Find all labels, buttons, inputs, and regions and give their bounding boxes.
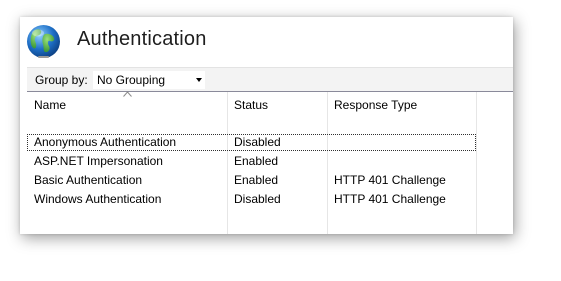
panel-header: Authentication <box>20 17 513 67</box>
cell-response-type: HTTP 401 Challenge <box>334 173 446 187</box>
cell-status: Disabled <box>234 192 281 206</box>
chevron-down-icon <box>196 78 202 82</box>
group-by-bar: Group by: No Grouping <box>27 67 513 92</box>
column-header-name[interactable]: Name <box>34 98 66 112</box>
cell-status: Disabled <box>234 135 281 149</box>
group-by-value: No Grouping <box>97 73 166 87</box>
group-by-label: Group by: <box>35 73 88 87</box>
cell-status: Enabled <box>234 173 279 187</box>
column-header-status[interactable]: Status <box>234 98 268 112</box>
globe-icon <box>27 25 60 58</box>
table-row[interactable]: Anonymous Authentication Disabled <box>27 134 476 151</box>
sort-ascending-icon <box>123 91 132 97</box>
authentication-panel: Authentication Group by: No Grouping Nam… <box>20 17 513 234</box>
cell-name: ASP.NET Impersonation <box>34 154 163 168</box>
authentication-list: Name Status Response Type Anonymous Auth… <box>27 91 513 234</box>
page-title: Authentication <box>77 28 207 50</box>
cell-name: Anonymous Authentication <box>34 135 177 149</box>
column-divider[interactable] <box>476 92 477 234</box>
column-header-response-type[interactable]: Response Type <box>334 98 417 112</box>
table-row[interactable]: Windows Authentication Disabled HTTP 401… <box>27 191 476 208</box>
cell-name: Basic Authentication <box>34 173 143 187</box>
group-by-dropdown[interactable]: No Grouping <box>93 71 205 89</box>
cell-response-type: HTTP 401 Challenge <box>334 192 446 206</box>
table-row[interactable]: Basic Authentication Enabled HTTP 401 Ch… <box>27 172 476 189</box>
cell-status: Enabled <box>234 154 279 168</box>
table-row[interactable]: ASP.NET Impersonation Enabled <box>27 153 476 170</box>
cell-name: Windows Authentication <box>34 192 162 206</box>
